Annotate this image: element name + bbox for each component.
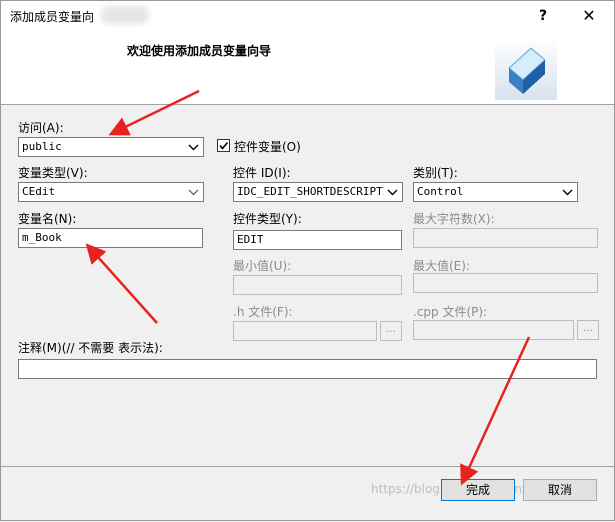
max-chars-input[interactable]: [413, 228, 598, 248]
access-label: 访问(A):: [18, 121, 64, 135]
cpp-file-browse-button[interactable]: ...: [577, 320, 599, 340]
window-title: 添加成员变量向: [10, 10, 95, 24]
wizard-cube-icon: [495, 38, 557, 100]
variable-name-input[interactable]: m_Book: [18, 228, 203, 248]
cancel-button[interactable]: 取消: [523, 479, 597, 501]
blurred-title-remainder: [101, 6, 149, 24]
control-type-label: 控件类型(Y):: [233, 212, 302, 226]
variable-type-value: CEdit: [22, 185, 56, 198]
access-combobox[interactable]: public: [18, 137, 204, 157]
close-button[interactable]: ✕: [566, 1, 612, 31]
control-variable-label: 控件变量(O): [234, 140, 301, 154]
variable-name-value: m_Book: [22, 231, 62, 244]
category-label: 类别(T):: [413, 166, 458, 180]
comment-input[interactable]: [18, 359, 597, 379]
cpp-file-label: .cpp 文件(P):: [413, 305, 488, 319]
comment-label: 注释(M)(// 不需要 表示法):: [18, 341, 163, 355]
control-id-value: IDC_EDIT_SHORTDESCRIPTIO: [237, 185, 384, 198]
variable-type-label: 变量类型(V):: [18, 166, 88, 180]
h-file-label: .h 文件(F):: [233, 305, 293, 319]
chevron-down-icon: [560, 184, 575, 200]
control-type-value: EDIT: [237, 233, 264, 246]
chevron-down-icon: [186, 184, 201, 200]
access-value: public: [22, 140, 62, 153]
control-id-label: 控件 ID(I):: [233, 166, 291, 180]
control-variable-checkbox[interactable]: [217, 139, 230, 152]
control-id-combobox[interactable]: IDC_EDIT_SHORTDESCRIPTIO: [233, 182, 403, 202]
category-combobox[interactable]: Control: [413, 182, 578, 202]
form-area: 访问(A): public 控件变量(O) 变量类型(V): CEdit 控件 …: [1, 106, 614, 466]
max-value-input[interactable]: [413, 273, 598, 293]
wizard-heading: 欢迎使用添加成员变量向导: [127, 44, 272, 58]
min-value-label: 最小值(U):: [233, 259, 292, 273]
min-value-input[interactable]: [233, 275, 402, 295]
add-member-variable-dialog: 添加成员变量向 ? ✕ 欢迎使用添加成员变量向导 访问(A): public 控…: [0, 0, 615, 521]
cpp-file-input[interactable]: [413, 320, 574, 340]
max-chars-label: 最大字符数(X):: [413, 212, 495, 226]
finish-button[interactable]: 完成: [441, 479, 515, 501]
h-file-input[interactable]: [233, 321, 377, 341]
chevron-down-icon: [385, 184, 400, 200]
title-bar: 添加成员变量向 ? ✕: [1, 1, 614, 31]
h-file-browse-button[interactable]: ...: [380, 321, 402, 341]
max-value-label: 最大值(E):: [413, 259, 470, 273]
category-value: Control: [417, 185, 464, 198]
variable-name-label: 变量名(N):: [18, 212, 77, 226]
chevron-down-icon: [186, 139, 201, 155]
help-button[interactable]: ?: [520, 1, 566, 31]
variable-type-combobox[interactable]: CEdit: [18, 182, 204, 202]
control-type-input[interactable]: EDIT: [233, 230, 402, 250]
footer-divider: [1, 466, 614, 467]
wizard-header: 欢迎使用添加成员变量向导: [1, 31, 614, 105]
